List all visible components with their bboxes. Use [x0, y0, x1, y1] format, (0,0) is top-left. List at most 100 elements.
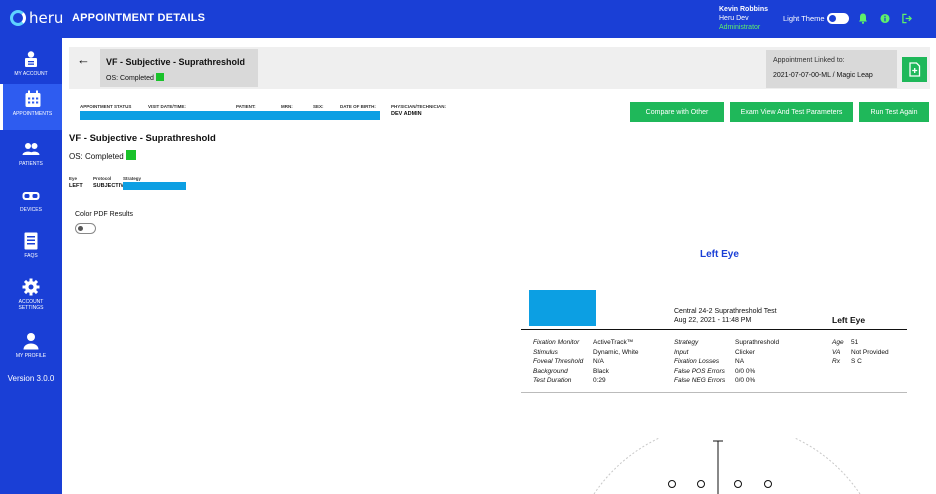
linked-appointment-card[interactable] [766, 50, 897, 88]
eye-value: LEFT [69, 183, 83, 189]
report-row: Age 51 [832, 339, 859, 346]
info-label-sex: SEX: [313, 104, 324, 109]
patients-icon [22, 143, 40, 155]
field-point [697, 480, 705, 488]
report-test-info: Central 24-2 Suprathreshold Test Aug 22,… [674, 307, 777, 325]
person-icon [23, 333, 39, 350]
strategy-label: Strategy [123, 176, 142, 181]
add-document-icon [909, 62, 921, 77]
section-title: VF - Subjective - Suprathreshold [69, 133, 216, 144]
report-test-date: Aug 22, 2021 - 11:48 PM [674, 317, 752, 324]
report-row: Rx S C [832, 358, 862, 365]
user-org: Heru Dev [719, 15, 749, 22]
info-icon[interactable] [880, 13, 890, 24]
color-pdf-label: Color PDF Results [75, 211, 133, 218]
info-label-status: APPOINTMENT STATUS [80, 104, 132, 109]
info-label-mrn: MRN: [281, 104, 293, 109]
page-heading: APPOINTMENT DETAILS [72, 12, 206, 24]
redacted-strategy [123, 182, 186, 190]
report-column-2: Strategy Suprathreshold Input Clicker Fixa… [674, 338, 779, 386]
user-info[interactable]: Kevin Robbins Heru Dev Administrator [719, 5, 768, 32]
report-row: Test Duration 0:29 [533, 377, 606, 384]
report-row: Input Clicker [674, 348, 755, 356]
linked-appointment-value[interactable]: 2021-07-07-00-ML / Magic Leap [773, 72, 873, 79]
report-row: False POS Errors 0/0 0% [674, 367, 756, 375]
sidebar-item-my-profile[interactable]: MY PROFILE [0, 326, 62, 370]
color-pdf-toggle[interactable] [75, 223, 96, 234]
field-boundary [593, 438, 861, 494]
field-point [668, 480, 676, 488]
info-label-patient: PATIENT: [236, 104, 256, 109]
theme-toggle[interactable] [827, 13, 849, 24]
add-document-button[interactable] [902, 57, 927, 82]
user-role: Administrator [719, 24, 761, 31]
sidebar-item-appointments[interactable]: APPOINTMENTS [0, 84, 62, 130]
report-row: Fixation Losses NA [674, 358, 745, 365]
toggle-knob [829, 15, 836, 22]
run-test-again-button[interactable]: Run Test Again [859, 102, 929, 122]
report-row: Strategy Suprathreshold [674, 339, 780, 346]
app-version: Version 3.0.0 [7, 374, 55, 383]
compare-button[interactable]: Compare with Other [630, 102, 724, 122]
redacted-patient-info [80, 111, 380, 120]
report-test-name: Central 24-2 Suprathreshold Test [674, 308, 777, 315]
test-status: OS: Completed [106, 73, 164, 82]
logout-icon[interactable] [902, 13, 912, 24]
user-badge-icon [25, 51, 37, 67]
redacted-report-logo [529, 290, 596, 326]
vr-headset-icon [22, 192, 40, 200]
visual-field-plot [593, 438, 861, 494]
test-status-text: OS: Completed [106, 75, 154, 82]
sidebar-item-label: ACCOUNT SETTINGS [18, 299, 44, 311]
sidebar-item-label: APPOINTMENTS [12, 111, 53, 117]
sidebar-item-patients[interactable]: PATIENTS [0, 134, 62, 178]
report-divider [521, 329, 907, 330]
gear-icon [22, 278, 40, 296]
logo-text: heru [29, 9, 64, 27]
document-icon [24, 232, 38, 250]
toggle-knob [78, 226, 83, 231]
sidebar-item-devices[interactable]: DEVICES [0, 180, 62, 224]
field-point [734, 480, 742, 488]
exam-view-button[interactable]: Exam View And Test Parameters [730, 102, 853, 122]
status-indicator [155, 73, 164, 81]
report-row: Background Black [533, 367, 609, 375]
calendar-icon [25, 90, 40, 107]
heru-logo[interactable]: heru [10, 9, 63, 27]
sidebar-item-label: DEVICES [20, 207, 42, 213]
user-name: Kevin Robbins [719, 6, 769, 13]
sidebar-item-label: MY PROFILE [15, 353, 47, 359]
physician-value: DEV ADMIN [391, 111, 422, 117]
report-row: Foveal Threshold N/A [533, 358, 604, 365]
report-row: Fixation Monitor ActiveTrack™ [533, 339, 634, 346]
section-status: OS: Completed [69, 150, 136, 161]
heru-logo-mark-icon [10, 10, 26, 26]
report-row: VA Not Provided [832, 348, 889, 356]
report-row: Stimulus Dynamic, White [533, 348, 639, 356]
sidebar-item-account-settings[interactable]: ACCOUNT SETTINGS [0, 272, 62, 316]
theme-label: Light Theme [783, 14, 825, 23]
status-indicator [125, 150, 136, 160]
report-bottom-divider [521, 392, 907, 393]
sidebar: MY ACCOUNT APPOINTMENTS PATIENTS DEVICES… [0, 38, 62, 494]
sidebar-item-label: FAQS [24, 253, 38, 259]
report-column-3: Age 51 VA Not Provided Rx S C [832, 338, 889, 367]
test-title: VF - Subjective - Suprathreshold [106, 57, 246, 67]
top-bar: heru APPOINTMENT DETAILS Kevin Robbins H… [0, 0, 936, 38]
protocol-label: Protocol [93, 176, 112, 181]
sidebar-item-my-account[interactable]: MY ACCOUNT [0, 44, 62, 88]
report-row: False NEG Errors 0/0 0% [674, 377, 756, 384]
field-point [764, 480, 772, 488]
sidebar-item-label: MY ACCOUNT [14, 71, 48, 77]
linked-appointment-label: Appointment Linked to: [773, 57, 845, 64]
back-arrow-icon[interactable]: ← [77, 52, 90, 67]
sidebar-item-faqs[interactable]: FAQS [0, 226, 62, 270]
info-label-visit-date: VISIT DATE/TIME: [148, 104, 186, 109]
bell-icon[interactable] [858, 13, 868, 24]
section-status-text: OS: Completed [69, 152, 124, 161]
info-label-dob: DATE OF BIRTH: [340, 104, 376, 109]
physician-label: PHYSICIAN/TECHNICIAN: [391, 104, 447, 109]
report-eye: Left Eye [832, 315, 866, 325]
report-column-1: Fixation Monitor ActiveTrack™ Stimulus Dyn… [533, 338, 639, 386]
eye-label: Eye [69, 176, 78, 181]
